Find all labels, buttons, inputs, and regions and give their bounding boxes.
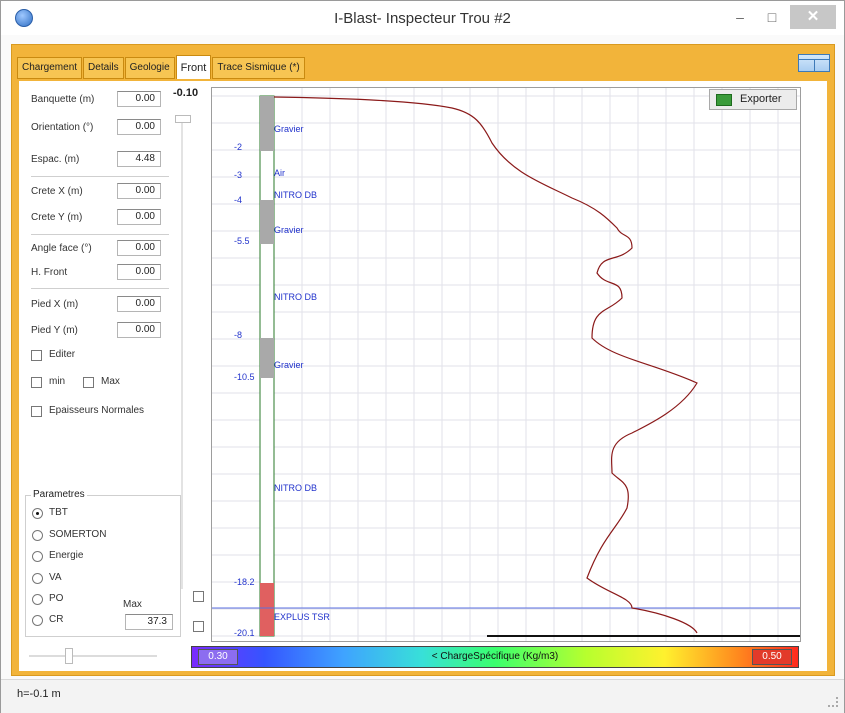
colorbar-title: < ChargeSpécifique (Kg/m3): [431, 651, 559, 662]
app-window: I-Blast- Inspecteur Trou #2 – □ ✕ Charge…: [0, 0, 845, 713]
max-label: Max: [101, 376, 120, 387]
field-value-h-front[interactable]: 0.00: [117, 264, 161, 280]
parametres-title: Parametres: [31, 489, 87, 500]
field-value-crete-y[interactable]: 0.00: [117, 209, 161, 225]
depth-marker: -5.5: [234, 236, 250, 246]
field-value-crete-x[interactable]: 0.00: [117, 183, 161, 199]
tab-front[interactable]: Front: [175, 55, 212, 79]
radio-va[interactable]: [32, 573, 43, 584]
layer-label: NITRO DB: [274, 483, 317, 493]
field-value-espacement[interactable]: 4.48: [117, 151, 161, 167]
layer-label: Gravier: [274, 225, 304, 235]
depth-markers: -2 -3 -4 -5.5 -8 -10.5 -18.2 -20.1: [234, 142, 255, 638]
export-button[interactable]: Exporter: [709, 89, 797, 110]
resize-grip-icon[interactable]: [828, 697, 838, 707]
editer-label: Editer: [49, 349, 76, 360]
field-label-crete-y: Crete Y (m): [31, 212, 83, 223]
separator: [31, 288, 169, 289]
depth-marker: -3: [234, 170, 242, 180]
horizontal-slider-thumb[interactable]: [65, 648, 73, 664]
max-checkbox[interactable]: [83, 377, 94, 388]
max-value-label: Max: [123, 599, 142, 610]
maximize-button[interactable]: □: [757, 7, 787, 29]
tab-geologie[interactable]: Geologie: [124, 57, 175, 79]
radio-label-cr: CR: [49, 614, 64, 625]
depth-marker: -10.5: [234, 372, 255, 382]
depth-slider-thumb[interactable]: [175, 115, 191, 123]
window-title: I-Blast- Inspecteur Trou #2: [334, 10, 511, 27]
tab-bar: Chargement Details Geologie Front Trace …: [17, 55, 306, 79]
side-checkbox-2[interactable]: [193, 621, 204, 632]
depth-marker: -8: [234, 330, 242, 340]
layer-label: EXPLUS TSR: [274, 612, 330, 622]
editer-checkbox[interactable]: [31, 350, 42, 361]
radio-cr[interactable]: [32, 615, 43, 626]
field-label-angle-face: Angle face (°): [31, 243, 92, 254]
radio-tbt[interactable]: [32, 508, 43, 519]
field-label-banquette: Banquette (m): [31, 94, 95, 105]
charge-colorbar: 0.30 < ChargeSpécifique (Kg/m3) 0.50: [191, 646, 799, 668]
layer-label: Gravier: [274, 124, 304, 134]
tile-windows-icon[interactable]: [798, 54, 830, 72]
min-label: min: [49, 376, 66, 387]
export-label: Exporter: [740, 93, 782, 105]
radio-somerton[interactable]: [32, 530, 43, 541]
radio-energie[interactable]: [32, 551, 43, 562]
field-label-h-front: H. Front: [31, 267, 68, 278]
field-value-banquette[interactable]: 0.00: [117, 91, 161, 107]
radio-label-somerton: SOMERTON: [49, 529, 107, 540]
field-value-angle-face[interactable]: 0.00: [117, 240, 161, 256]
field-value-pied-x[interactable]: 0.00: [117, 296, 161, 312]
radio-label-va: VA: [49, 572, 62, 583]
field-label-espacement: Espac. (m): [31, 154, 80, 165]
separator: [31, 234, 169, 235]
layer-explus: [260, 583, 274, 636]
field-value-orientation[interactable]: 0.00: [117, 119, 161, 135]
tab-trace-sismique[interactable]: Trace Sismique (*): [212, 57, 305, 79]
min-checkbox[interactable]: [31, 377, 42, 388]
charge-profile-plot: Gravier Air NITRO DB Gravier NITRO DB Gr…: [211, 87, 801, 642]
layer-label: Air: [274, 168, 285, 178]
radio-label-po: PO: [49, 593, 64, 604]
tab-chargement[interactable]: Chargement: [17, 57, 83, 79]
radio-po[interactable]: [32, 594, 43, 605]
minimize-button[interactable]: –: [725, 7, 755, 29]
top-depth-value: -0.10: [173, 87, 199, 99]
colorbar-max-field[interactable]: 0.50: [752, 649, 792, 665]
title-bar: I-Blast- Inspecteur Trou #2 – □ ✕: [1, 1, 844, 35]
tab-details[interactable]: Details: [83, 57, 124, 79]
layer-gravier-2: [260, 200, 274, 244]
separator: [31, 176, 169, 177]
horizontal-slider-track: [29, 655, 157, 657]
field-label-orientation: Orientation (°): [31, 122, 94, 133]
max-value-field[interactable]: 37.3: [125, 614, 173, 630]
side-checkbox-1[interactable]: [193, 591, 204, 602]
status-text: h=-0.1 m: [17, 688, 61, 700]
field-label-pied-x: Pied X (m): [31, 299, 79, 310]
depth-marker: -18.2: [234, 577, 255, 587]
radio-label-energie: Energie: [49, 550, 84, 561]
depth-marker: -4: [234, 195, 242, 205]
radio-label-tbt: TBT: [49, 507, 68, 518]
close-button[interactable]: ✕: [790, 5, 836, 29]
layer-gravier-3: [260, 338, 274, 378]
depth-marker: -2: [234, 142, 242, 152]
depth-slider-track: [181, 119, 183, 589]
field-label-pied-y: Pied Y (m): [31, 325, 78, 336]
epaisseurs-checkbox[interactable]: [31, 406, 42, 417]
layer-label: NITRO DB: [274, 190, 317, 200]
depth-marker: -20.1: [234, 628, 255, 638]
layer-label: NITRO DB: [274, 292, 317, 302]
layer-label: Gravier: [274, 360, 304, 370]
plot-svg: Gravier Air NITRO DB Gravier NITRO DB Gr…: [212, 88, 800, 641]
status-bar: h=-0.1 m: [1, 679, 844, 713]
export-icon: [716, 94, 732, 106]
epaisseurs-label: Epaisseurs Normales: [49, 405, 145, 416]
field-label-crete-x: Crete X (m): [31, 186, 83, 197]
layer-gravier-1: [260, 96, 274, 151]
field-value-pied-y[interactable]: 0.00: [117, 322, 161, 338]
